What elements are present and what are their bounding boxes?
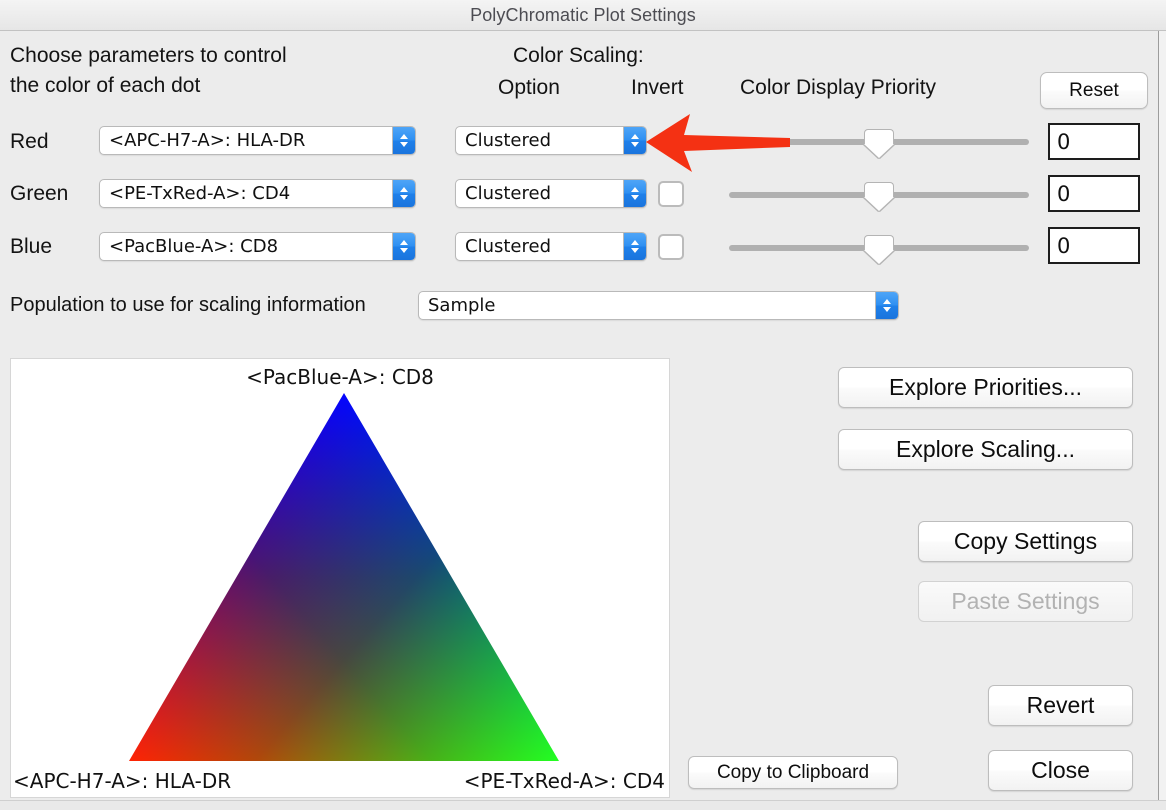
color-scaling-heading: Color Scaling:: [513, 44, 644, 67]
population-label: Population to use for scaling informatio…: [10, 294, 366, 316]
chevron-up-icon: [630, 134, 640, 139]
stepper-icon[interactable]: [875, 292, 898, 319]
parameter-popup-red-value: <APC-H7-A>: HLA-DR: [109, 130, 306, 151]
population-popup[interactable]: Sample: [418, 291, 899, 320]
triangle-bottom-right-label: <PE-TxRed-A>: CD4: [463, 769, 665, 793]
reset-button[interactable]: Reset: [1040, 72, 1148, 109]
slider-thumb-body: [864, 129, 894, 145]
scaling-option-popup-red[interactable]: Clustered: [455, 126, 647, 155]
explore-scaling-button[interactable]: Explore Scaling...: [838, 429, 1133, 470]
copy-to-clipboard-button[interactable]: Copy to Clipboard: [688, 756, 898, 789]
population-popup-value: Sample: [428, 295, 496, 316]
priority-value-blue[interactable]: 0: [1048, 227, 1140, 264]
chevron-down-icon: [630, 142, 640, 147]
chevron-down-icon: [630, 248, 640, 253]
revert-button[interactable]: Revert: [988, 685, 1133, 726]
parameter-popup-red[interactable]: <APC-H7-A>: HLA-DR: [99, 126, 416, 155]
triangle-apex-label: <PacBlue-A>: CD8: [246, 365, 434, 389]
slider-thumb-body: [864, 235, 894, 251]
close-button[interactable]: Close: [988, 750, 1133, 791]
stepper-icon[interactable]: [623, 233, 646, 260]
slider-thumb-point: [864, 250, 894, 264]
color-display-priority-header: Color Display Priority: [740, 76, 937, 99]
parameter-popup-green[interactable]: <PE-TxRed-A>: CD4: [99, 179, 416, 208]
invert-checkbox-blue[interactable]: [658, 234, 684, 260]
stepper-icon[interactable]: [392, 180, 415, 207]
chevron-up-icon: [630, 187, 640, 192]
instructions-text: Choose parameters to control the color o…: [10, 44, 287, 98]
priority-slider-green[interactable]: [729, 180, 1029, 211]
scaling-option-popup-red-value: Clustered: [465, 130, 551, 151]
slider-thumb-point: [864, 144, 894, 158]
parameter-popup-green-value: <PE-TxRed-A>: CD4: [109, 183, 291, 204]
chevron-down-icon: [630, 195, 640, 200]
stepper-icon[interactable]: [392, 233, 415, 260]
color-triangle-preview: <PacBlue-A>: CD8 <APC-H7-A>: HLA-DR <PE-…: [10, 358, 670, 798]
chevron-up-icon: [882, 299, 892, 304]
priority-value-green[interactable]: 0: [1048, 175, 1140, 212]
triangle-bottom-left-label: <APC-H7-A>: HLA-DR: [13, 769, 232, 793]
channel-label-red: Red: [10, 130, 49, 153]
parameter-popup-blue[interactable]: <PacBlue-A>: CD8: [99, 232, 416, 261]
chevron-down-icon: [399, 195, 409, 200]
chevron-up-icon: [399, 134, 409, 139]
scaling-option-popup-green-value: Clustered: [465, 183, 551, 204]
invert-checkbox-green[interactable]: [658, 181, 684, 207]
slider-thumb[interactable]: [864, 129, 894, 158]
chevron-up-icon: [399, 187, 409, 192]
slider-thumb[interactable]: [864, 182, 894, 211]
copy-settings-button[interactable]: Copy Settings: [918, 521, 1133, 562]
channel-label-green: Green: [10, 182, 69, 205]
chevron-up-icon: [399, 240, 409, 245]
slider-thumb-point: [864, 197, 894, 211]
paste-settings-button: Paste Settings: [918, 581, 1133, 622]
priority-value-red[interactable]: 0: [1048, 123, 1140, 160]
stepper-icon[interactable]: [623, 127, 646, 154]
chevron-up-icon: [630, 240, 640, 245]
polychromatic-plot-settings-window: PolyChromatic Plot Settings Choose param…: [0, 0, 1166, 810]
priority-slider-blue[interactable]: [729, 233, 1029, 264]
chevron-down-icon: [399, 142, 409, 147]
explore-priorities-button[interactable]: Explore Priorities...: [838, 367, 1133, 408]
scaling-option-popup-blue[interactable]: Clustered: [455, 232, 647, 261]
channel-label-blue: Blue: [10, 235, 53, 258]
window-bottom-edge: [0, 800, 1166, 810]
priority-slider-red[interactable]: [729, 127, 1029, 158]
chevron-down-icon: [399, 248, 409, 253]
parameter-popup-blue-value: <PacBlue-A>: CD8: [109, 236, 279, 257]
invert-column-header: Invert: [631, 76, 684, 99]
window-titlebar: PolyChromatic Plot Settings: [0, 0, 1166, 31]
slider-thumb[interactable]: [864, 235, 894, 264]
window-right-edge: [1158, 31, 1166, 810]
stepper-icon[interactable]: [392, 127, 415, 154]
rgb-ternary-triangle: [129, 393, 559, 761]
stepper-icon[interactable]: [623, 180, 646, 207]
slider-thumb-body: [864, 182, 894, 198]
window-title: PolyChromatic Plot Settings: [470, 5, 696, 25]
scaling-option-popup-blue-value: Clustered: [465, 236, 551, 257]
scaling-option-popup-green[interactable]: Clustered: [455, 179, 647, 208]
chevron-down-icon: [882, 307, 892, 312]
option-column-header: Option: [498, 76, 560, 99]
